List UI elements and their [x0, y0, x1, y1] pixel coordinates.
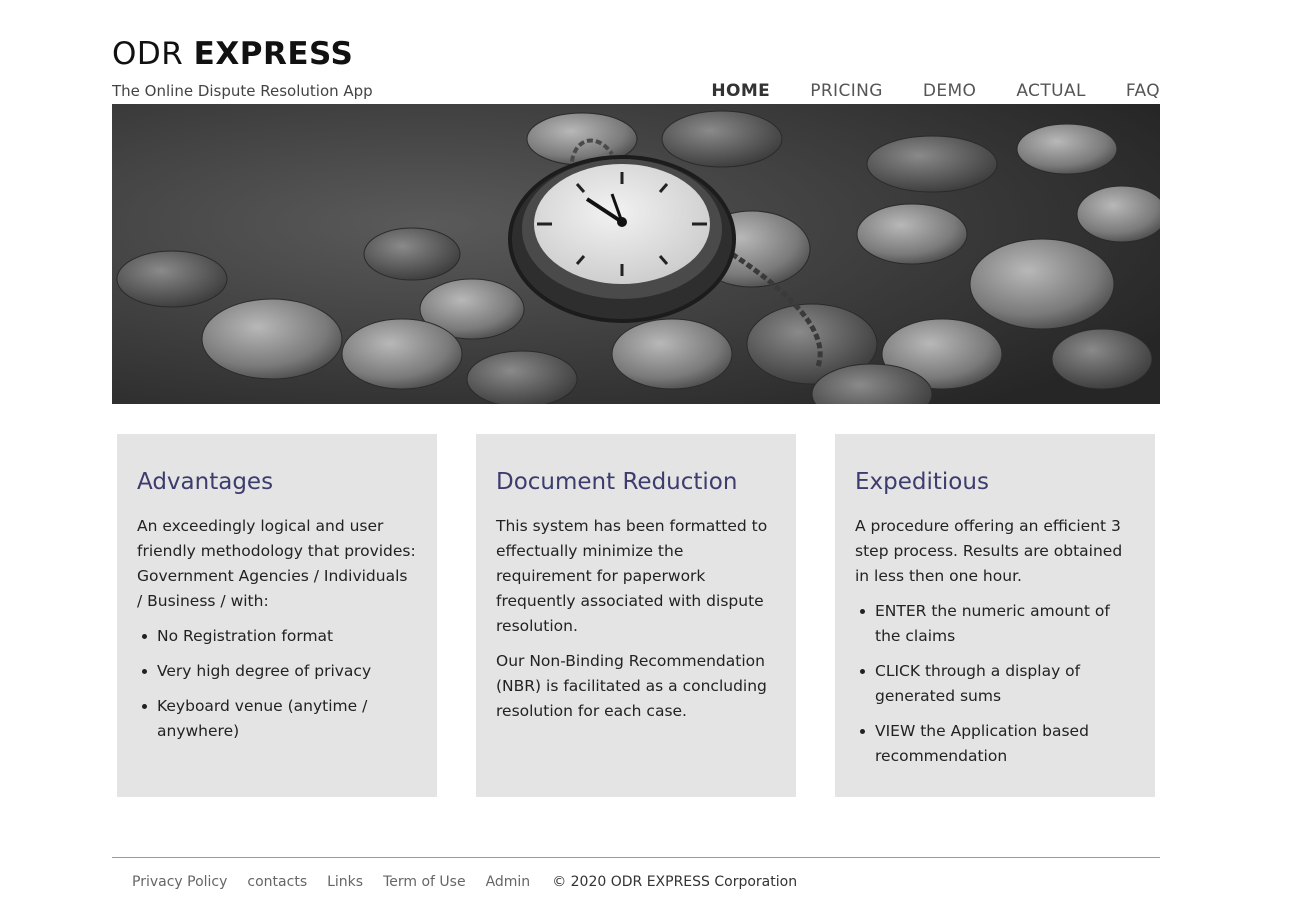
footer-admin-link[interactable]: Admin	[486, 873, 531, 891]
nav-actual-link[interactable]: ACTUAL	[1016, 81, 1086, 101]
list-item: Keyboard venue (anytime / anywhere)	[142, 694, 417, 744]
card-document-reduction-text-1: This system has been formatted to effect…	[496, 517, 768, 635]
list-item: CLICK through a display of generated sum…	[860, 659, 1135, 709]
footer-copyright: © 2020 ODR EXPRESS Corporation	[552, 874, 798, 890]
hero-image	[112, 104, 1160, 404]
card-advantages: Advantages An exceedingly logical and us…	[117, 434, 437, 797]
footer-term-of-use-link[interactable]: Term of Use	[383, 873, 465, 891]
list-item: No Registration format	[142, 624, 417, 649]
nav-pricing-link[interactable]: PRICING	[810, 81, 883, 101]
card-expeditious-list: ENTER the numeric amount of the claims C…	[860, 599, 1135, 769]
footer: Privacy Policy contacts Links Term of Us…	[132, 873, 797, 891]
site-tagline: The Online Dispute Resolution App	[112, 82, 373, 100]
card-document-reduction-title: Document Reduction	[496, 469, 738, 495]
list-item: VIEW the Application based recommendatio…	[860, 719, 1135, 769]
footer-divider	[112, 857, 1160, 858]
site-title-light: ODR	[112, 36, 194, 72]
card-expeditious: Expeditious A procedure offering an effi…	[835, 434, 1155, 797]
card-advantages-list: No Registration format Very high degree …	[142, 624, 417, 744]
card-expeditious-title: Expeditious	[855, 469, 989, 495]
footer-contacts-link[interactable]: contacts	[247, 873, 307, 891]
nav-home-link[interactable]: HOME	[711, 81, 770, 101]
card-expeditious-text: A procedure offering an efficient 3 step…	[855, 517, 1123, 585]
list-item: Very high degree of privacy	[142, 659, 417, 684]
hero-image-art	[112, 104, 1160, 404]
nav-demo-link[interactable]: DEMO	[923, 81, 976, 101]
main-nav: HOME PRICING DEMO ACTUAL FAQ	[711, 81, 1160, 101]
footer-privacy-policy-link[interactable]: Privacy Policy	[132, 873, 227, 891]
card-advantages-title: Advantages	[137, 469, 274, 495]
site-title[interactable]: ODR EXPRESS	[112, 36, 353, 72]
footer-links-link[interactable]: Links	[327, 873, 363, 891]
list-item: ENTER the numeric amount of the claims	[860, 599, 1135, 649]
card-document-reduction-text-2: Our Non-Binding Recommendation (NBR) is …	[496, 652, 767, 720]
card-document-reduction: Document Reduction This system has been …	[476, 434, 796, 797]
site-title-bold: EXPRESS	[193, 36, 354, 72]
nav-faq-link[interactable]: FAQ	[1126, 81, 1160, 101]
card-advantages-text: An exceedingly logical and user friendly…	[137, 517, 416, 610]
